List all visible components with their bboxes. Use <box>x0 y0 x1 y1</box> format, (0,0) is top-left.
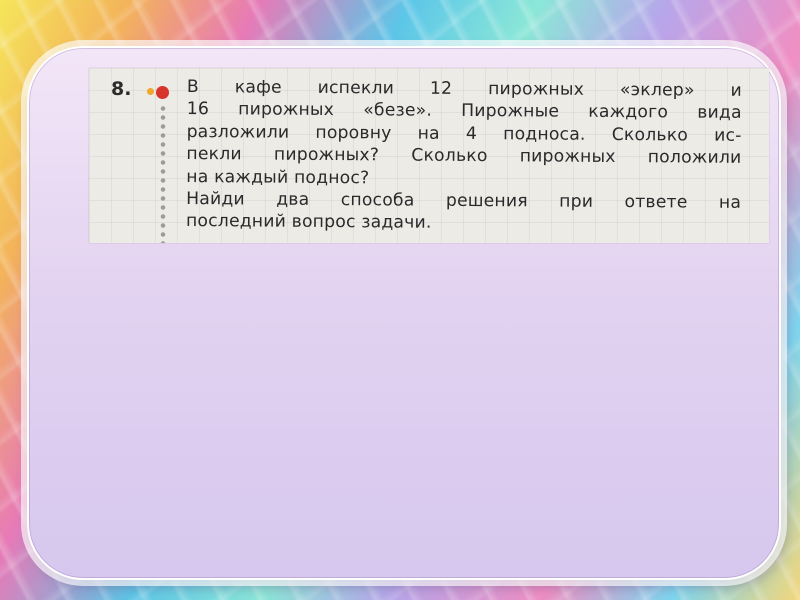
task-line: последний вопрос задачи. <box>185 211 432 234</box>
orange-dot-icon <box>147 88 154 95</box>
red-dot-icon <box>156 86 169 99</box>
dotted-line-icon <box>160 104 166 243</box>
task-text: В кафе испекли 12 пирожных «эклер» и 16 … <box>186 76 742 237</box>
slide-content-card: 8. В кафе испекли 12 пирожных «эклер» и … <box>27 46 781 580</box>
task-number: 8. <box>111 78 132 100</box>
task-line: пекли пирожных? Сколько пирожных положил… <box>186 144 742 169</box>
task-marker <box>144 86 174 243</box>
textbook-excerpt: 8. В кафе испекли 12 пирожных «эклер» и … <box>89 68 769 243</box>
